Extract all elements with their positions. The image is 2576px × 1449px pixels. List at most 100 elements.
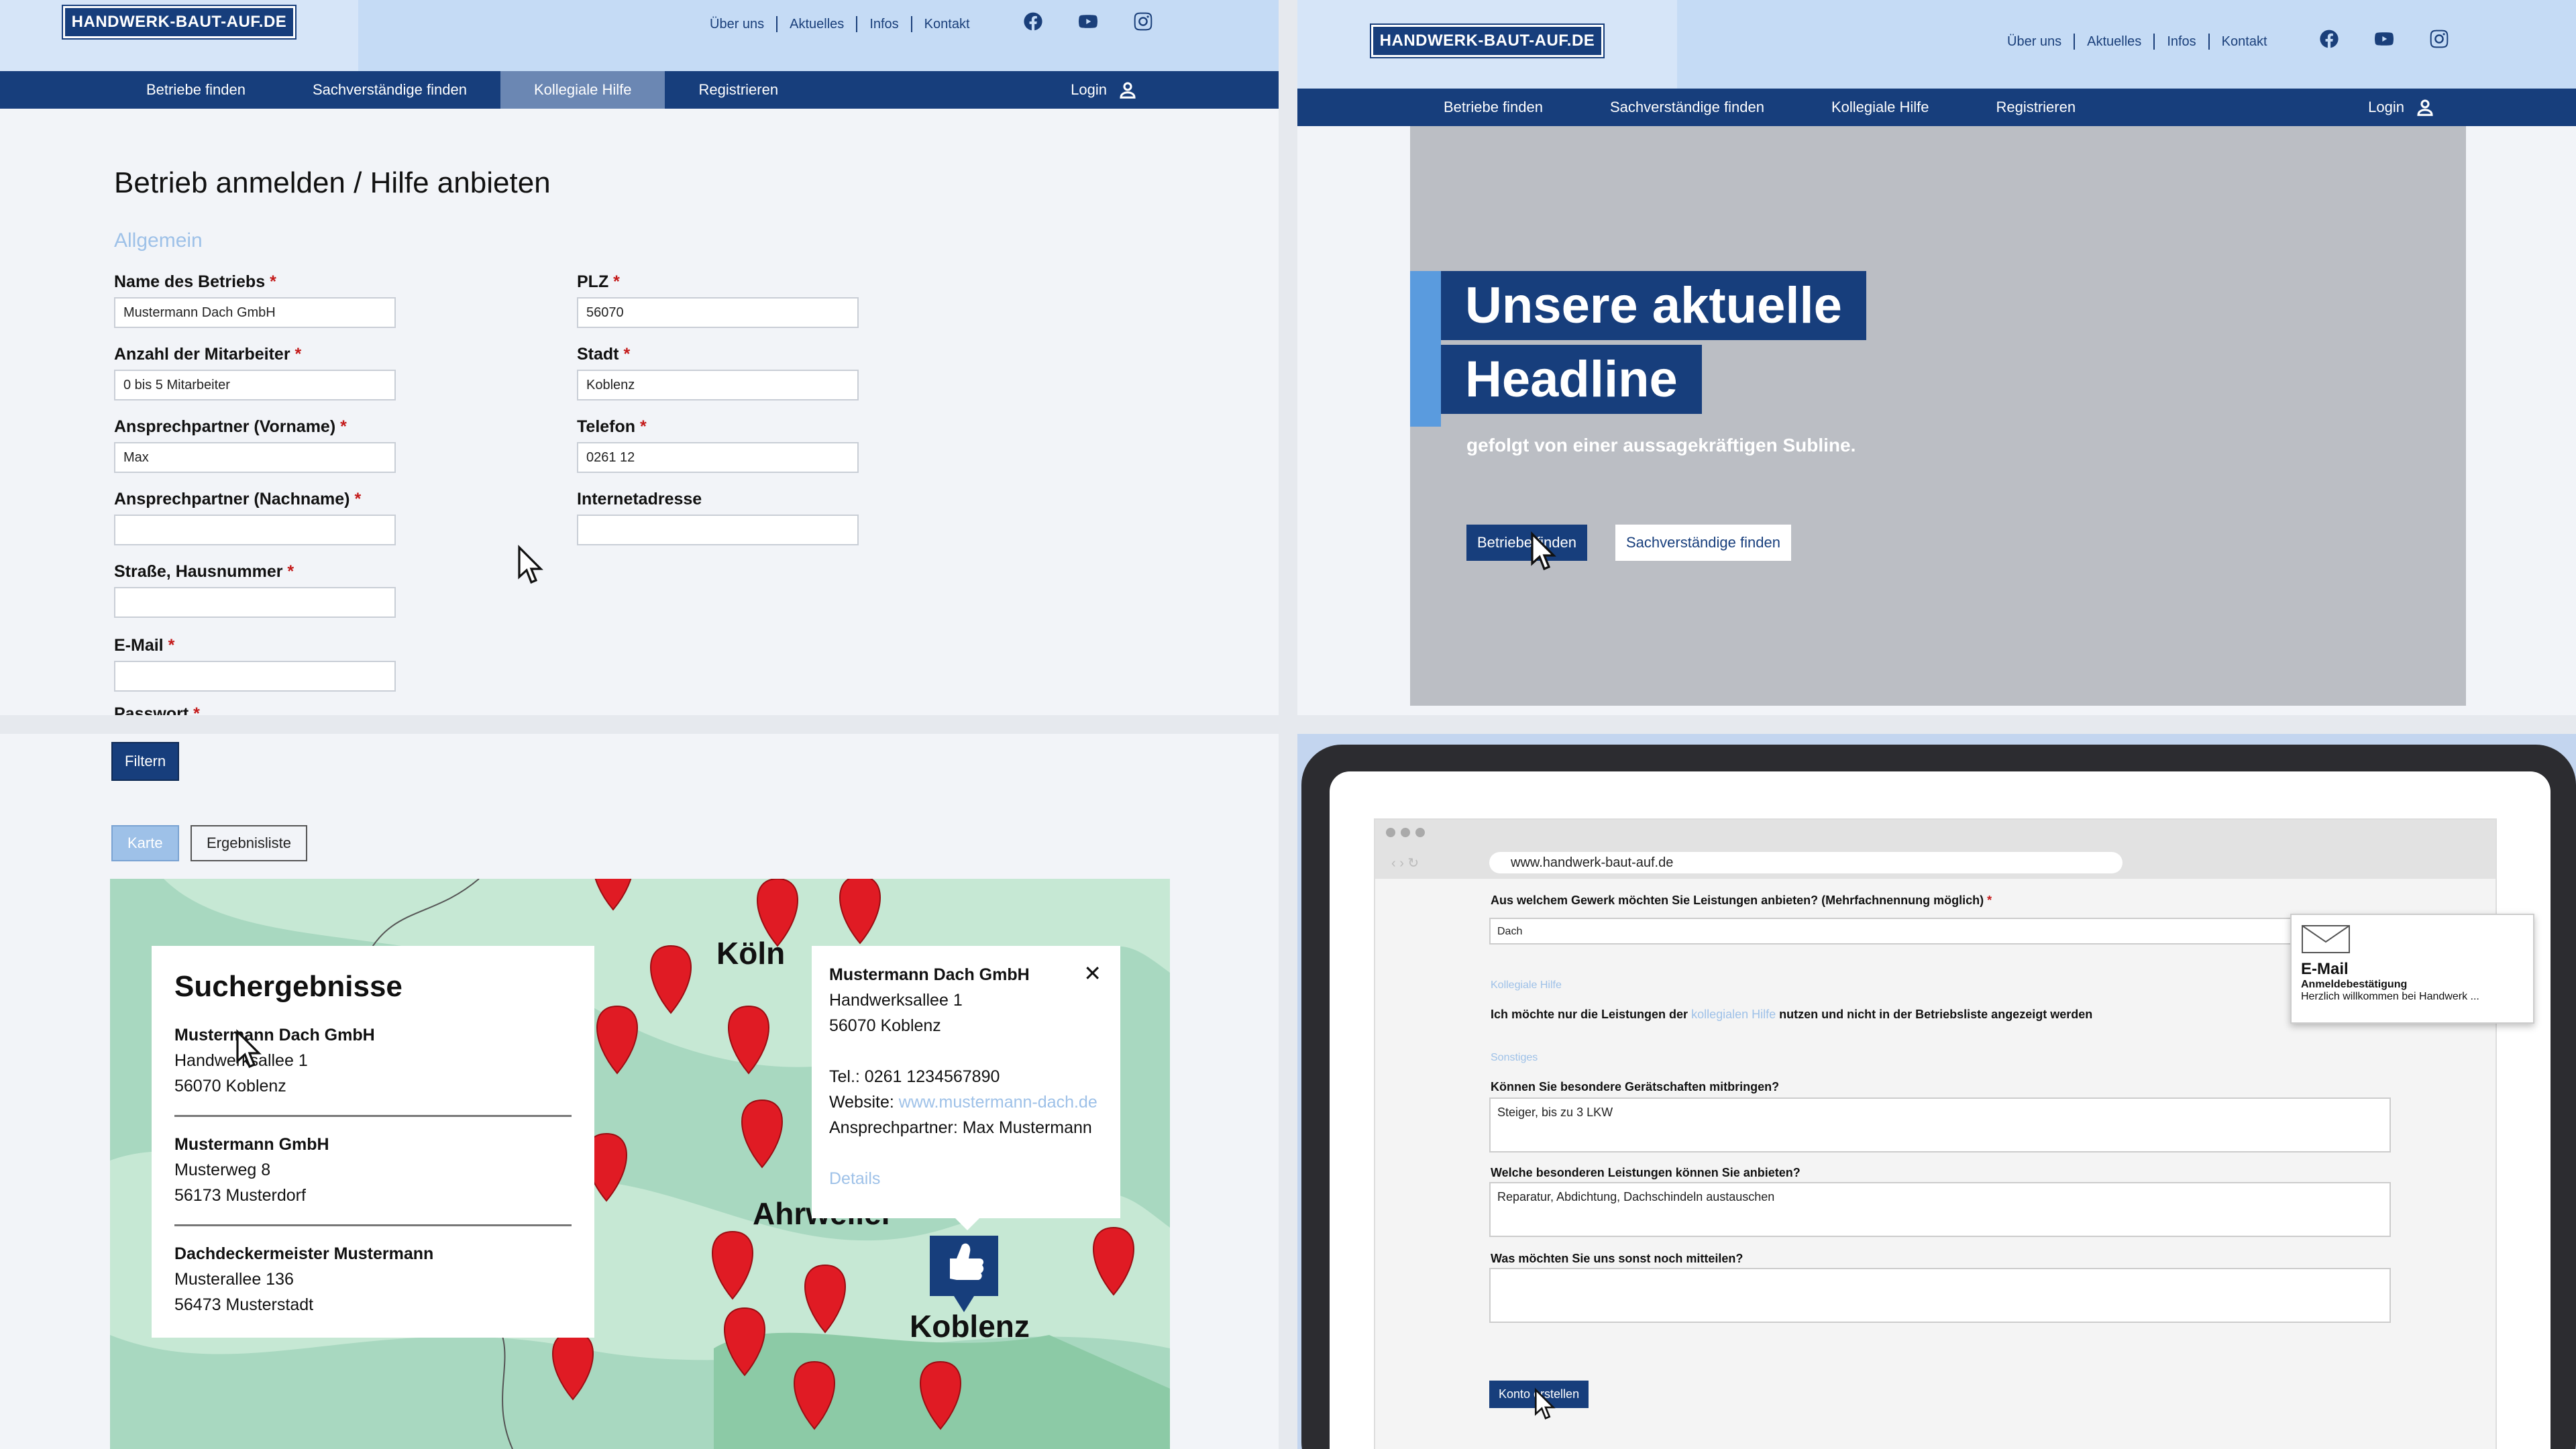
link-aktuelles[interactable]: Aktuelles	[777, 16, 858, 32]
field-internetadresse: Internetadresse	[577, 490, 859, 545]
pin-icon[interactable]	[592, 879, 634, 910]
instagram-icon[interactable]	[1132, 11, 1154, 32]
geraetschaften-textarea[interactable]: Steiger, bis zu 3 LKW	[1489, 1097, 2391, 1152]
logo-area: HANDWERK-BAUT-AUF.DE	[1297, 0, 1677, 89]
site-logo[interactable]: HANDWERK-BAUT-AUF.DE	[61, 5, 297, 40]
facebook-icon[interactable]	[1022, 11, 1044, 32]
youtube-icon[interactable]	[2373, 28, 2395, 50]
site-header: HANDWERK-BAUT-AUF.DE Über uns Aktuelles …	[1297, 0, 2576, 89]
login-link[interactable]: Login	[2368, 97, 2435, 117]
browser-window: ‹ › ↻ www.handwerk-baut-auf.de Aus welch…	[1374, 818, 2534, 1449]
user-icon	[2417, 99, 2433, 116]
map-view[interactable]: Köln Ahrweiler Koblenz Suchergebnisse Mu…	[110, 879, 1170, 1449]
pin-icon[interactable]	[794, 1361, 835, 1430]
field-telefon: Telefon * 0261 12	[577, 417, 859, 473]
nav-registrieren[interactable]: Registrieren	[1962, 89, 2109, 126]
popup-name: Mustermann Dach GmbH	[829, 965, 1030, 984]
page-title: Betrieb anmelden / Hilfe anbieten	[114, 166, 551, 199]
result-street: Musterweg 8	[174, 1161, 271, 1179]
pin-icon[interactable]	[596, 1006, 638, 1074]
link-infos[interactable]: Infos	[2155, 34, 2210, 50]
pin-icon[interactable]	[650, 945, 692, 1014]
popup-website-link[interactable]: www.mustermann-dach.de	[899, 1093, 1097, 1112]
popup-street: Handwerksallee 1	[829, 991, 963, 1010]
results-title: Suchergebnisse	[174, 970, 402, 1003]
link-infos[interactable]: Infos	[857, 16, 912, 32]
sachverstaendige-finden-button[interactable]: Sachverständige finden	[1615, 525, 1791, 561]
result-item[interactable]: Mustermann Dach GmbH Handwerksallee 1 56…	[174, 1022, 572, 1115]
sonstiges-textarea[interactable]	[1489, 1268, 2391, 1323]
popup-details-link[interactable]: Details	[829, 1169, 880, 1188]
nav-arrows-icon[interactable]: ‹ › ↻	[1391, 855, 1419, 871]
user-icon	[1120, 82, 1136, 99]
q-sonstiges: Was möchten Sie uns sonst noch mitteilen…	[1491, 1252, 1743, 1265]
city-label-koblenz: Koblenz	[910, 1309, 1030, 1344]
stadt-input[interactable]: Koblenz	[577, 370, 859, 400]
pin-icon[interactable]	[920, 1361, 961, 1430]
notification-body: Herzlich willkommen bei Handwerk ...	[2301, 991, 2479, 1002]
nav-kollegiale-hilfe[interactable]: Kollegiale Hilfe	[1798, 89, 1963, 126]
field-stadt: Stadt * Koblenz	[577, 345, 859, 400]
email-notification[interactable]: E-Mail Anmeldebestätigung Herzlich willk…	[2290, 914, 2534, 1024]
popup-tel: Tel.: 0261 1234567890	[829, 1067, 1000, 1086]
gewerk-select[interactable]: Dach	[1489, 918, 2391, 945]
top-links: Über uns Aktuelles Infos Kontakt	[698, 16, 982, 32]
filter-button[interactable]: Filtern	[111, 742, 180, 781]
nav-registrieren[interactable]: Registrieren	[665, 71, 812, 109]
tablet-screen: ‹ › ↻ www.handwerk-baut-auf.de Aus welch…	[1330, 771, 2551, 1449]
betriebe-finden-button[interactable]: Betriebe finden	[1466, 525, 1587, 561]
hilfe-option[interactable]: Ich möchte nur die Leistungen der kolleg…	[1491, 1008, 2092, 1022]
main-nav: Betriebe finden Sachverständige finden K…	[0, 71, 1279, 109]
result-item[interactable]: Mustermann GmbH Musterweg 8 56173 Muster…	[174, 1115, 572, 1224]
facebook-icon[interactable]	[2318, 28, 2340, 50]
nav-kollegiale-hilfe[interactable]: Kollegiale Hilfe	[500, 71, 665, 109]
registration-panel: HANDWERK-BAUT-AUF.DE Über uns Aktuelles …	[0, 0, 1279, 715]
popup-tail	[955, 1218, 979, 1230]
pin-icon[interactable]	[552, 1332, 594, 1400]
nav-sachverstaendige[interactable]: Sachverständige finden	[279, 71, 500, 109]
nav-betriebe-finden[interactable]: Betriebe finden	[1410, 89, 1576, 126]
link-ueber-uns[interactable]: Über uns	[1995, 34, 2076, 50]
link-kontakt[interactable]: Kontakt	[2210, 34, 2279, 50]
pin-icon[interactable]	[728, 1006, 769, 1074]
tablet-panel: ‹ › ↻ www.handwerk-baut-auf.de Aus welch…	[1297, 734, 2576, 1449]
instagram-icon[interactable]	[2428, 28, 2450, 50]
pin-icon[interactable]	[804, 1265, 846, 1333]
search-results-box: Suchergebnisse Mustermann Dach GmbH Hand…	[152, 946, 594, 1338]
field-nachname: Ansprechpartner (Nachname) *	[114, 490, 396, 545]
tab-karte[interactable]: Karte	[111, 825, 179, 861]
pin-icon[interactable]	[839, 879, 881, 944]
nachname-input[interactable]	[114, 515, 396, 545]
mitarbeiter-select[interactable]: 0 bis 5 Mitarbeiter	[114, 370, 396, 400]
pin-icon[interactable]	[712, 1231, 753, 1299]
link-aktuelles[interactable]: Aktuelles	[2075, 34, 2155, 50]
close-icon[interactable]: ✕	[1083, 961, 1102, 986]
result-name: Dachdeckermeister Mustermann	[174, 1244, 434, 1263]
strasse-input[interactable]	[114, 587, 396, 618]
pin-icon[interactable]	[741, 1099, 783, 1168]
pin-icon[interactable]	[1093, 1227, 1134, 1295]
site-logo[interactable]: HANDWERK-BAUT-AUF.DE	[1369, 23, 1605, 58]
betriebsname-input[interactable]: Mustermann Dach GmbH	[114, 297, 396, 328]
popup-contact: Ansprechpartner: Max Mustermann	[829, 1118, 1092, 1137]
address-bar[interactable]: www.handwerk-baut-auf.de	[1489, 852, 2123, 873]
result-city: 56473 Musterstadt	[174, 1295, 314, 1314]
leistungen-textarea[interactable]: Reparatur, Abdichtung, Dachschindeln aus…	[1489, 1182, 2391, 1237]
email-input[interactable]	[114, 661, 396, 692]
link-kontakt[interactable]: Kontakt	[912, 16, 982, 32]
kollegiale-hilfe-link[interactable]: kollegialen Hilfe	[1691, 1008, 1776, 1021]
nav-betriebe-finden[interactable]: Betriebe finden	[113, 71, 279, 109]
field-mitarbeiter: Anzahl der Mitarbeiter * 0 bis 5 Mitarbe…	[114, 345, 396, 400]
tab-ergebnisliste[interactable]: Ergebnisliste	[191, 825, 307, 861]
vorname-input[interactable]: Max	[114, 442, 396, 473]
plz-input[interactable]: 56070	[577, 297, 859, 328]
login-link[interactable]: Login	[1071, 80, 1138, 100]
internetadresse-input[interactable]	[577, 515, 859, 545]
thumbs-up-pin-icon[interactable]	[930, 1236, 998, 1312]
result-item[interactable]: Dachdeckermeister Mustermann Musterallee…	[174, 1224, 572, 1334]
link-ueber-uns[interactable]: Über uns	[698, 16, 778, 32]
pin-icon[interactable]	[724, 1307, 765, 1376]
telefon-input[interactable]: 0261 12	[577, 442, 859, 473]
youtube-icon[interactable]	[1077, 11, 1099, 32]
nav-sachverstaendige[interactable]: Sachverständige finden	[1576, 89, 1798, 126]
